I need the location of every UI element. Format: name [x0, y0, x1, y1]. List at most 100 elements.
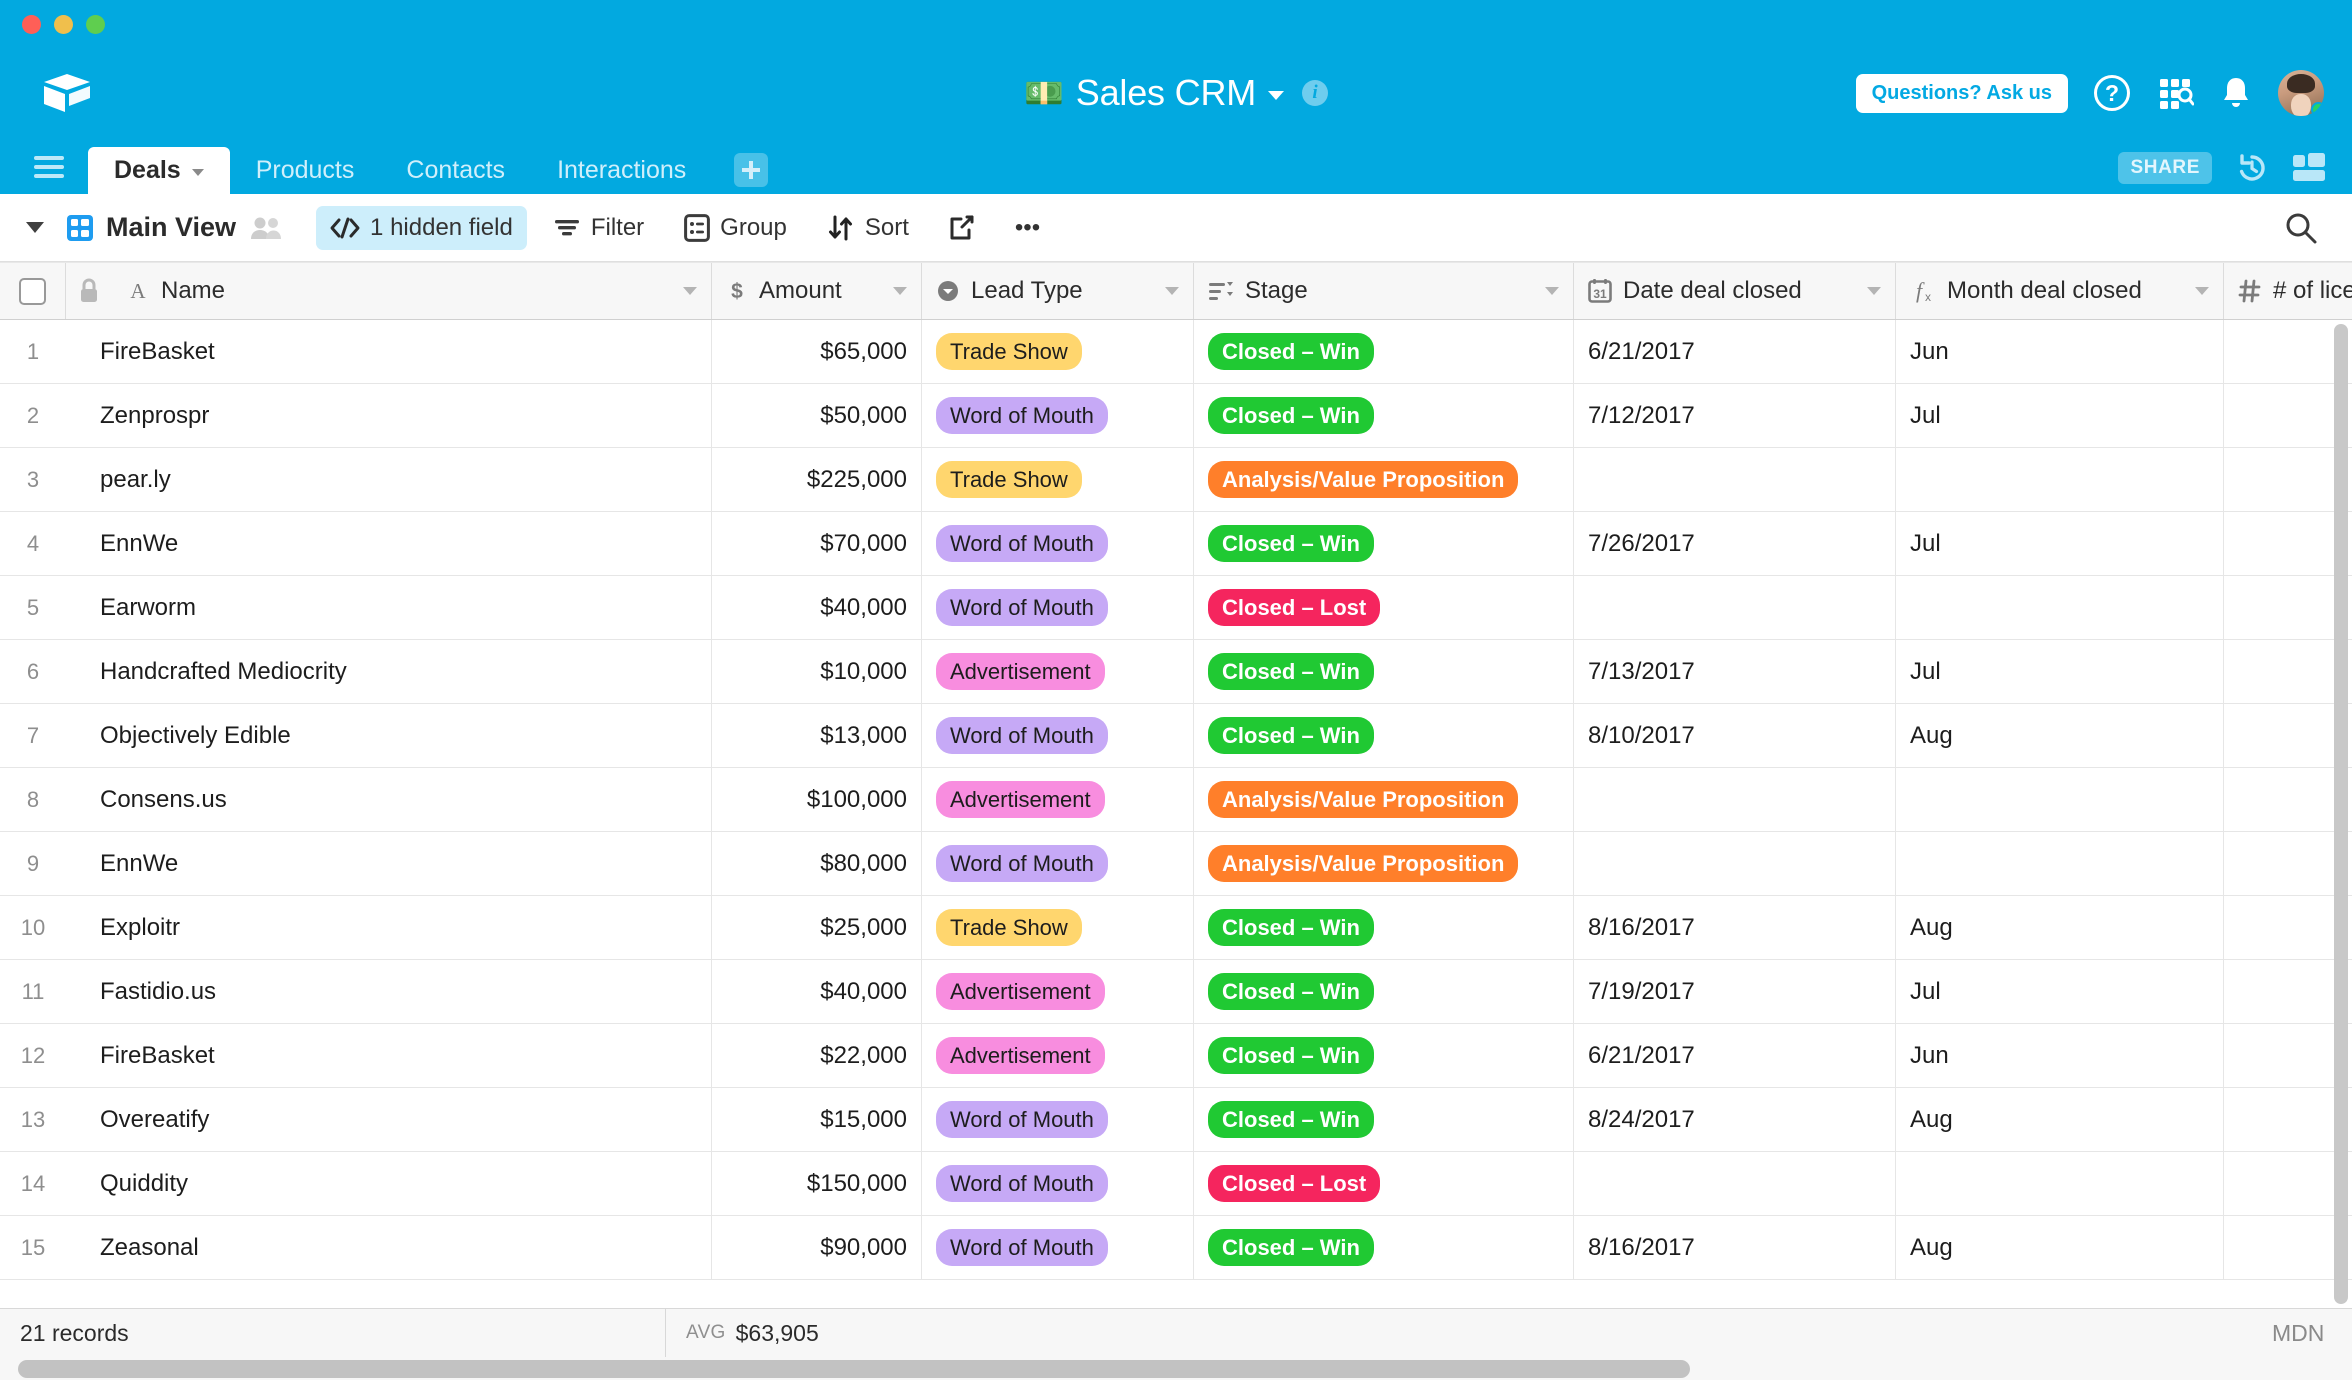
vertical-scrollbar[interactable] [2334, 324, 2348, 1304]
column-header-name[interactable]: A Name [112, 263, 712, 319]
column-header-lead-type[interactable]: Lead Type [922, 263, 1194, 319]
table-row[interactable]: 5 Earworm $40,000 Word of Mouth Closed – Los… [0, 576, 2352, 640]
cell-amount[interactable]: $40,000 [712, 576, 922, 639]
cell-stage[interactable]: Analysis/Value Proposition [1194, 832, 1574, 895]
history-icon[interactable] [2236, 152, 2268, 184]
cell-lead-type[interactable]: Advertisement [922, 1024, 1194, 1087]
cell-lead-type[interactable]: Word of Mouth [922, 1216, 1194, 1279]
column-header-licenses[interactable]: # of licenses [2224, 263, 2352, 319]
cell-licenses[interactable] [2224, 960, 2352, 1023]
table-row[interactable]: 3 pear.ly $225,000 Trade Show Analysis/Value… [0, 448, 2352, 512]
cell-stage[interactable]: Closed – Win [1194, 1024, 1574, 1087]
table-row[interactable]: 11 Fastidio.us $40,000 Advertisement Closed … [0, 960, 2352, 1024]
table-row[interactable]: 1 FireBasket $65,000 Trade Show Closed – Win… [0, 320, 2352, 384]
cell-stage[interactable]: Closed – Win [1194, 512, 1574, 575]
hidden-fields-button[interactable]: 1 hidden field [316, 205, 527, 250]
cell-name[interactable]: Quiddity [66, 1152, 712, 1215]
cell-date-deal-closed[interactable]: 7/13/2017 [1574, 640, 1896, 703]
grid-rows-container[interactable]: 1 FireBasket $65,000 Trade Show Closed – Win… [0, 320, 2352, 1380]
add-table-button[interactable] [734, 153, 769, 187]
cell-date-deal-closed[interactable]: 6/21/2017 [1574, 320, 1896, 383]
column-amount-chevron-down-icon[interactable] [893, 287, 907, 295]
cell-stage[interactable]: Analysis/Value Proposition [1194, 448, 1574, 511]
cell-amount[interactable]: $70,000 [712, 512, 922, 575]
cell-licenses[interactable] [2224, 1216, 2352, 1279]
column-lead-type-chevron-down-icon[interactable] [1165, 287, 1179, 295]
table-row[interactable]: 6 Handcrafted Mediocrity $10,000 Advertisem… [0, 640, 2352, 704]
cell-stage[interactable]: Closed – Win [1194, 384, 1574, 447]
cell-stage[interactable]: Closed – Win [1194, 320, 1574, 383]
column-header-date-deal-closed[interactable]: 31 Date deal closed [1574, 263, 1896, 319]
table-row[interactable]: 7 Objectively Edible $13,000 Word of Mouth C… [0, 704, 2352, 768]
cell-name[interactable]: FireBasket [66, 320, 712, 383]
vertical-scrollbar-thumb[interactable] [2334, 324, 2348, 1304]
cell-stage[interactable]: Closed – Win [1194, 1216, 1574, 1279]
select-all-checkbox[interactable] [0, 263, 66, 319]
cell-date-deal-closed[interactable]: 7/19/2017 [1574, 960, 1896, 1023]
cell-licenses[interactable] [2224, 1088, 2352, 1151]
notifications-icon[interactable] [2220, 75, 2252, 111]
column-month-chevron-down-icon[interactable] [2195, 287, 2209, 295]
cell-date-deal-closed[interactable] [1574, 448, 1896, 511]
tab-deals-chevron-down-icon[interactable] [191, 169, 204, 176]
cell-lead-type[interactable]: Advertisement [922, 768, 1194, 831]
cell-name[interactable]: Consens.us [66, 768, 712, 831]
column-stage-chevron-down-icon[interactable] [1545, 287, 1559, 295]
cell-lead-type[interactable]: Trade Show [922, 448, 1194, 511]
cell-licenses[interactable] [2224, 384, 2352, 447]
filter-button[interactable]: Filter [539, 206, 658, 250]
cell-licenses[interactable] [2224, 832, 2352, 895]
base-menu-chevron-down-icon[interactable] [1268, 91, 1285, 100]
blocks-icon[interactable] [2292, 153, 2326, 183]
cell-amount[interactable]: $50,000 [712, 384, 922, 447]
cell-amount[interactable]: $100,000 [712, 768, 922, 831]
cell-licenses[interactable] [2224, 1024, 2352, 1087]
cell-stage[interactable]: Closed – Win [1194, 896, 1574, 959]
cell-amount[interactable]: $90,000 [712, 1216, 922, 1279]
table-row[interactable]: 14 Quiddity $150,000 Word of Mouth Closed – … [0, 1152, 2352, 1216]
column-date-chevron-down-icon[interactable] [1867, 287, 1881, 295]
cell-amount[interactable]: $40,000 [712, 960, 922, 1023]
cell-date-deal-closed[interactable]: 7/26/2017 [1574, 512, 1896, 575]
cell-lead-type[interactable]: Trade Show [922, 896, 1194, 959]
cell-name[interactable]: Fastidio.us [66, 960, 712, 1023]
cell-amount[interactable]: $225,000 [712, 448, 922, 511]
cell-licenses[interactable] [2224, 768, 2352, 831]
group-button[interactable]: Group [670, 206, 801, 250]
amount-summary[interactable]: AVG $63,905 [666, 1309, 839, 1357]
cell-date-deal-closed[interactable]: 8/10/2017 [1574, 704, 1896, 767]
cell-licenses[interactable] [2224, 640, 2352, 703]
cell-amount[interactable]: $65,000 [712, 320, 922, 383]
cell-licenses[interactable] [2224, 1152, 2352, 1215]
cell-date-deal-closed[interactable] [1574, 832, 1896, 895]
table-row[interactable]: 2 Zenprospr $50,000 Word of Mouth Closed – W… [0, 384, 2352, 448]
cell-lead-type[interactable]: Word of Mouth [922, 1088, 1194, 1151]
cell-licenses[interactable] [2224, 448, 2352, 511]
cell-lead-type[interactable]: Word of Mouth [922, 512, 1194, 575]
cell-amount[interactable]: $25,000 [712, 896, 922, 959]
cell-stage[interactable]: Closed – Lost [1194, 576, 1574, 639]
cell-amount[interactable]: $80,000 [712, 832, 922, 895]
cell-lead-type[interactable]: Word of Mouth [922, 704, 1194, 767]
tab-products[interactable]: Products [230, 147, 381, 194]
base-title[interactable]: Sales CRM [1076, 72, 1256, 114]
cell-licenses[interactable] [2224, 320, 2352, 383]
sort-button[interactable]: Sort [813, 206, 923, 250]
cell-lead-type[interactable]: Word of Mouth [922, 576, 1194, 639]
apps-search-icon[interactable] [2156, 74, 2194, 112]
info-icon[interactable]: i [1302, 80, 1329, 106]
cell-date-deal-closed[interactable] [1574, 576, 1896, 639]
cell-lead-type[interactable]: Word of Mouth [922, 1152, 1194, 1215]
help-icon[interactable]: ? [2094, 75, 2130, 111]
airtable-logo-icon[interactable] [40, 66, 94, 120]
more-options-button[interactable]: ••• [1001, 206, 1054, 250]
cell-date-deal-closed[interactable] [1574, 1152, 1896, 1215]
view-name[interactable]: Main View [106, 212, 236, 243]
column-name-chevron-down-icon[interactable] [683, 287, 697, 295]
search-icon[interactable] [2284, 211, 2326, 245]
share-view-button[interactable] [935, 206, 989, 250]
cell-name[interactable]: pear.ly [66, 448, 712, 511]
hamburger-menu-icon[interactable] [34, 156, 64, 180]
table-row[interactable]: 4 EnnWe $70,000 Word of Mouth Closed – Win 7/… [0, 512, 2352, 576]
cell-amount[interactable]: $150,000 [712, 1152, 922, 1215]
